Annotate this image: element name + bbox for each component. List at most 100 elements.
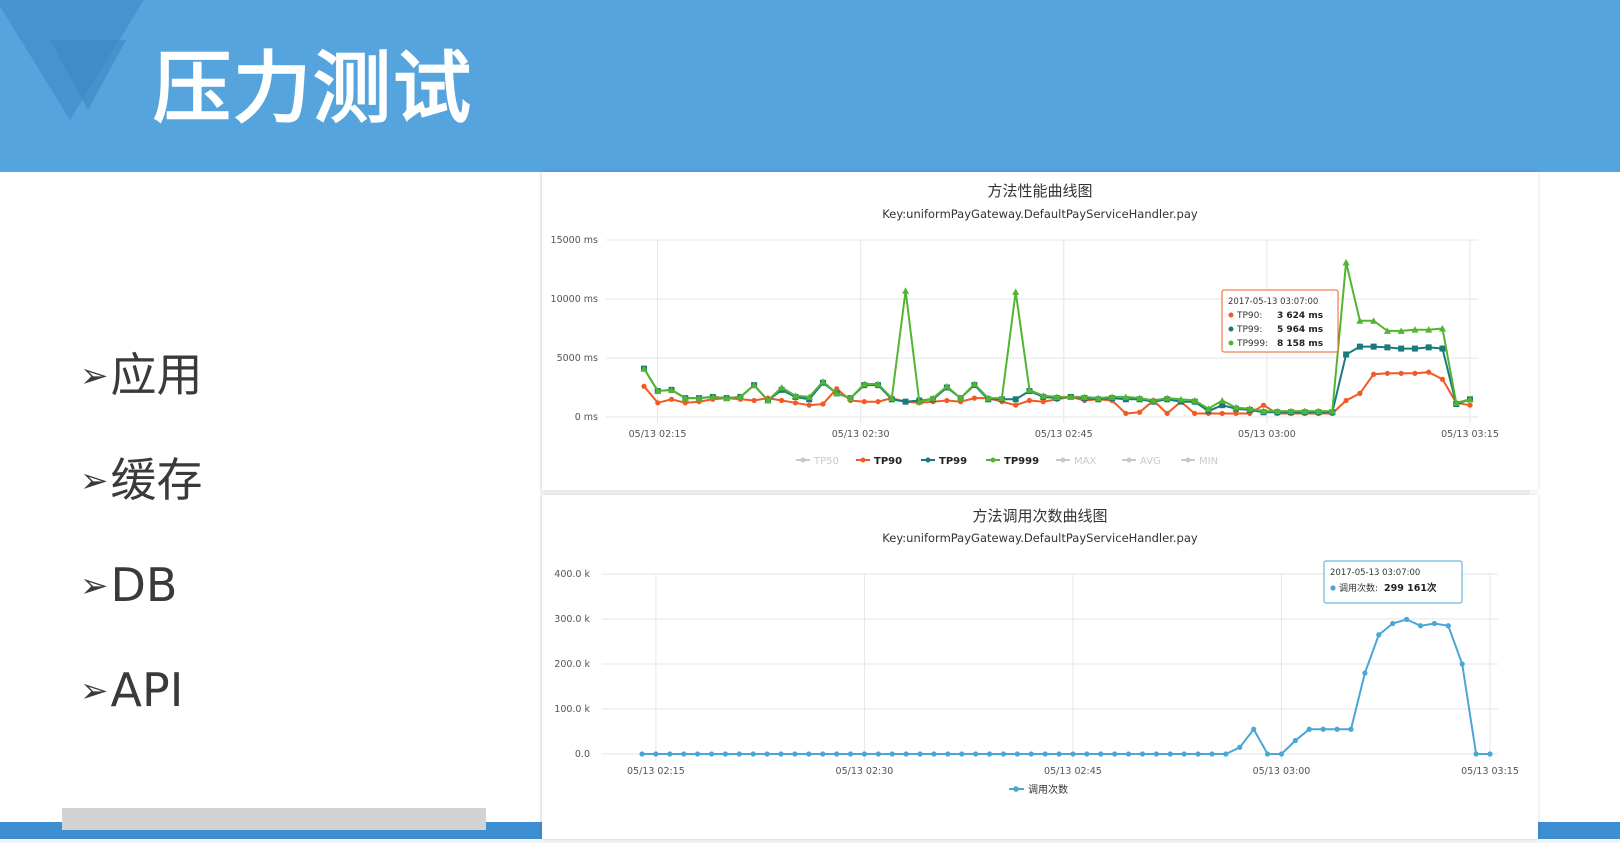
x-tick-label: 05/13 03:00 (1253, 766, 1311, 777)
data-point-调用次数 (722, 751, 729, 757)
data-point-调用次数 (792, 751, 798, 757)
y-tick-label: 5000 ms (557, 353, 598, 364)
data-point-TP90 (1013, 402, 1019, 408)
data-point-调用次数 (1028, 751, 1034, 757)
data-point-TP90 (1260, 402, 1267, 408)
data-point-调用次数 (1445, 623, 1451, 629)
legend-marker-icon (990, 457, 996, 463)
data-point-TP90 (1426, 369, 1432, 375)
data-point-调用次数 (1153, 751, 1159, 757)
data-point-TP90 (1123, 410, 1129, 417)
data-point-调用次数 (1056, 751, 1062, 757)
data-point-调用次数 (945, 751, 951, 757)
call-count-line-chart: 方法调用次数曲线图 Key:uniformPayGateway.DefaultPa… (554, 507, 1519, 796)
data-point-调用次数 (903, 751, 909, 757)
data-point-调用次数 (986, 751, 993, 757)
data-point-调用次数 (1278, 751, 1285, 757)
data-point-调用次数 (931, 751, 937, 757)
data-point-调用次数 (1487, 751, 1493, 757)
x-tick-label: 05/13 02:45 (1035, 429, 1093, 440)
legend-marker-icon (1013, 786, 1019, 792)
data-point-TP90 (1219, 410, 1225, 417)
tooltip-value: 8 158 ms (1277, 339, 1323, 349)
data-point-TP90 (806, 402, 812, 408)
slide-header: 压力测试 (0, 0, 1620, 172)
data-point-TP999 (1218, 396, 1226, 404)
data-point-TP90 (861, 399, 867, 405)
slide-title: 压力测试 (153, 44, 474, 134)
data-point-TP90 (668, 396, 675, 402)
data-point-TP90 (1026, 397, 1033, 404)
data-point-调用次数 (750, 751, 756, 757)
data-point-调用次数 (1000, 751, 1007, 757)
data-point-调用次数 (1223, 751, 1229, 757)
bullet-panel: ➢应用 ➢缓存 ➢DB ➢API (0, 172, 540, 839)
data-point-调用次数 (1403, 616, 1410, 622)
data-point-TP99 (1356, 343, 1363, 350)
data-point-调用次数 (1014, 751, 1020, 757)
data-point-TP99 (902, 398, 909, 405)
tooltip-series-name: TP999: (1236, 339, 1268, 349)
legend-marker-icon (860, 457, 866, 463)
data-point-TP90 (655, 400, 661, 406)
data-point-调用次数 (1320, 726, 1326, 732)
data-point-TP999 (1342, 258, 1350, 266)
data-point-调用次数 (736, 751, 742, 757)
data-point-TP90 (944, 397, 950, 404)
tooltip-marker-icon (1228, 326, 1234, 332)
data-point-调用次数 (1209, 751, 1215, 757)
legend-marker-icon (800, 457, 806, 463)
x-tick-label: 05/13 02:30 (836, 766, 894, 777)
data-point-TP99 (1398, 345, 1405, 352)
data-point-调用次数 (764, 751, 770, 757)
data-point-调用次数 (847, 751, 854, 757)
data-point-调用次数 (1237, 744, 1243, 750)
tooltip-value: 5 964 ms (1277, 325, 1323, 335)
legend-item-TP99: TP99 (939, 456, 967, 467)
chart-title: 方法性能曲线图 (987, 182, 1092, 200)
tooltip-marker-icon (1228, 312, 1234, 318)
data-point-TP90 (820, 401, 826, 407)
legend-item-MAX: MAX (1074, 456, 1096, 467)
data-point-调用次数 (1251, 726, 1257, 732)
data-point-TP99 (1439, 345, 1446, 352)
data-point-调用次数 (1070, 751, 1076, 757)
data-point-调用次数 (1139, 751, 1146, 757)
data-point-调用次数 (1042, 751, 1048, 757)
data-point-调用次数 (1167, 751, 1173, 757)
data-point-调用次数 (820, 751, 826, 757)
bullet-text: API (110, 663, 184, 717)
data-point-调用次数 (1376, 632, 1382, 638)
tooltip-time: 2017-05-13 03:07:00 (1228, 297, 1318, 307)
data-point-调用次数 (1334, 726, 1340, 732)
legend-item-TP90: TP90 (874, 456, 902, 467)
legend-item-TP999: TP999 (1004, 456, 1039, 467)
arrow-bullet-icon: ➢ (80, 671, 109, 711)
bullet-item: ➢DB (80, 562, 177, 608)
data-point-TP999 (1012, 288, 1020, 295)
data-point-调用次数 (1348, 726, 1354, 732)
data-point-调用次数 (1125, 751, 1132, 757)
right-margin (1530, 172, 1620, 839)
data-point-调用次数 (681, 751, 687, 757)
data-point-调用次数 (1390, 620, 1396, 627)
data-point-调用次数 (1362, 670, 1368, 676)
data-point-TP90 (1343, 397, 1349, 404)
y-tick-label: 300.0 k (554, 614, 590, 625)
header-decoration-triangle-small (50, 40, 126, 110)
legend-marker-icon (925, 457, 931, 463)
tooltip-value: 299 161次 (1384, 582, 1437, 594)
bullet-text: 应用 (110, 348, 203, 402)
legend-marker-icon (1185, 457, 1191, 463)
data-point-调用次数 (1473, 751, 1479, 757)
y-tick-label: 0 ms (575, 412, 598, 423)
y-tick-label: 200.0 k (554, 659, 590, 670)
data-point-调用次数 (1181, 751, 1187, 757)
data-point-调用次数 (875, 751, 881, 757)
data-point-调用次数 (1431, 620, 1437, 627)
data-point-TP99 (1012, 396, 1019, 403)
x-tick-label: 05/13 02:15 (627, 766, 685, 777)
tooltip-series-name: 调用次数: (1339, 582, 1378, 594)
chart-title: 方法调用次数曲线图 (972, 507, 1107, 525)
legend-item-AVG: AVG (1140, 456, 1161, 467)
